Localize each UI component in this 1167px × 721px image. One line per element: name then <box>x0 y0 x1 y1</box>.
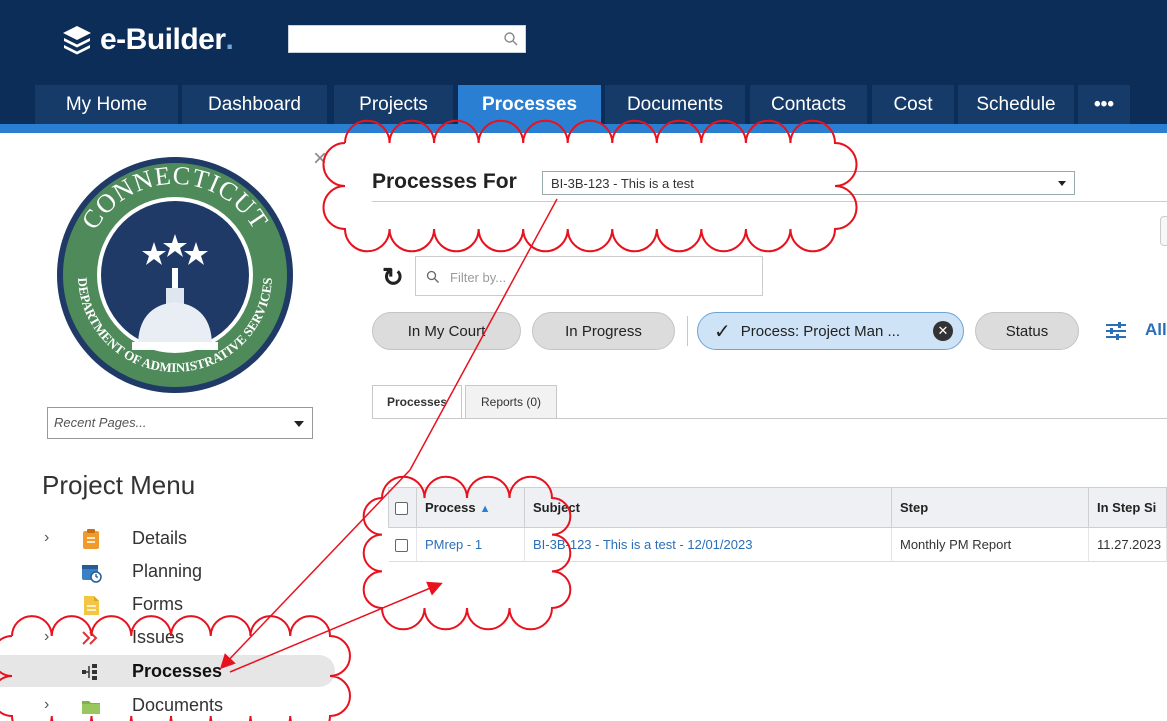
nav-tab-projects[interactable]: Projects <box>334 85 453 124</box>
sidebar-item-forms[interactable]: Forms <box>0 588 335 620</box>
department-seal-logo: CONNECTICUT DEPARTMENT OF ADMINISTRATIVE… <box>57 157 293 393</box>
sidebar-item-label: Documents <box>132 694 224 715</box>
sidebar-item-issues[interactable]: › Issues <box>0 621 335 653</box>
project-select-value: BI-3B-123 - This is a test <box>551 176 694 191</box>
processes-table: Process ▲ Subject Step In Step Si PMrep -… <box>388 487 1167 562</box>
chip-in-my-court[interactable]: In My Court <box>372 312 521 350</box>
chip-process-filter[interactable]: ✓ Process: Project Man ... ✕ <box>697 312 964 350</box>
column-header-in-step-since[interactable]: In Step Si <box>1088 487 1167 528</box>
folder-icon <box>82 701 100 714</box>
global-search-input[interactable] <box>289 26 499 52</box>
nav-more-button[interactable]: ••• <box>1078 85 1130 124</box>
nav-tab-contacts[interactable]: Contacts <box>750 85 867 124</box>
chip-separator <box>687 316 688 346</box>
column-header-step[interactable]: Step <box>891 487 1089 528</box>
tab-divider <box>372 418 1167 419</box>
logo-dot: . <box>225 23 234 56</box>
select-all-header <box>388 487 417 528</box>
main-navigation: My Home Dashboard Projects Processes Doc… <box>0 82 1167 124</box>
column-header-subject[interactable]: Subject <box>524 487 892 528</box>
nav-tab-schedule[interactable]: Schedule <box>958 85 1074 124</box>
top-header: e-Builder . <box>0 0 1167 82</box>
search-icon[interactable] <box>503 31 519 47</box>
sidebar-item-planning[interactable]: Planning <box>0 555 335 587</box>
chevron-right-icon[interactable]: › <box>44 628 49 646</box>
chevron-right-icon[interactable]: › <box>44 696 49 714</box>
recent-pages-select[interactable]: Recent Pages... <box>47 407 313 439</box>
global-search <box>288 25 526 53</box>
sidebar-item-details[interactable]: › Details <box>0 522 335 554</box>
issues-icon <box>82 631 98 645</box>
search-icon <box>426 270 439 283</box>
sort-ascending-icon: ▲ <box>479 503 491 515</box>
nav-tab-documents[interactable]: Documents <box>605 85 745 124</box>
sidebar-item-documents[interactable]: › Documents <box>0 689 335 721</box>
select-all-checkbox[interactable] <box>395 502 408 516</box>
nav-tab-my-home[interactable]: My Home <box>35 85 178 124</box>
remove-filter-icon[interactable]: ✕ <box>933 321 953 341</box>
sidebar-item-label: Processes <box>132 660 223 681</box>
refresh-icon[interactable]: ↻ <box>382 262 404 293</box>
logo-text: e-Builder <box>100 23 226 56</box>
step-cell: Monthly PM Report <box>891 527 1089 562</box>
nav-underline <box>0 124 1167 133</box>
in-step-since-cell: 11.27.2023 <box>1088 527 1167 562</box>
table-header-row: Process ▲ Subject Step In Step Si <box>388 487 1167 528</box>
chevron-down-icon <box>1058 181 1066 186</box>
project-menu-title: Project Menu <box>42 470 196 500</box>
subject-link[interactable]: BI-3B-123 - This is a test - 12/01/2023 <box>524 527 892 562</box>
checkmark-icon: ✓ <box>714 320 731 343</box>
sidebar-item-label: Details <box>132 527 188 548</box>
chip-status[interactable]: Status <box>975 312 1079 350</box>
tab-reports[interactable]: Reports (0) <box>465 385 557 419</box>
options-button[interactable] <box>1160 216 1167 246</box>
nav-tab-processes[interactable]: Processes <box>458 85 601 124</box>
app-root: e-Builder . My Home Dashboard Projects P… <box>0 0 1167 721</box>
process-link[interactable]: PMrep - 1 <box>416 527 525 562</box>
sidebar-item-label: Planning <box>132 560 203 581</box>
filter-sliders-icon[interactable] <box>1104 320 1128 342</box>
chip-process-filter-label: Process: Project Man ... <box>740 322 900 340</box>
all-filters-link[interactable]: All <box>1145 320 1167 340</box>
chevron-right-icon[interactable]: › <box>44 529 49 547</box>
row-checkbox[interactable] <box>394 539 408 553</box>
logo-layers-icon <box>63 26 91 55</box>
chip-in-progress[interactable]: In Progress <box>532 312 675 350</box>
app-logo[interactable]: e-Builder . <box>60 22 234 58</box>
chevron-down-icon <box>294 421 304 427</box>
sidebar-item-label: Issues <box>132 626 185 647</box>
calendar-clock-icon <box>82 565 102 583</box>
process-flow-icon <box>82 664 97 680</box>
filter-box <box>415 256 763 296</box>
close-icon[interactable]: × <box>313 147 327 171</box>
sidebar-item-processes[interactable]: Processes <box>0 655 335 687</box>
recent-pages-value: Recent Pages... <box>54 415 147 430</box>
divider <box>372 201 1167 202</box>
sidebar-item-label: Forms <box>132 593 183 614</box>
document-icon <box>84 596 99 615</box>
processes-for-label: Processes For <box>372 170 517 193</box>
clipboard-icon <box>83 529 99 549</box>
project-select[interactable]: BI-3B-123 - This is a test <box>542 171 1075 195</box>
nav-tab-cost[interactable]: Cost <box>872 85 954 124</box>
nav-tab-dashboard[interactable]: Dashboard <box>182 85 327 124</box>
column-header-process[interactable]: Process ▲ <box>416 487 525 528</box>
table-row: PMrep - 1 BI-3B-123 - This is a test - 1… <box>388 527 1167 562</box>
column-header-label: Process <box>425 500 476 515</box>
filter-input[interactable] <box>450 267 750 287</box>
tab-processes[interactable]: Processes <box>372 385 462 419</box>
row-select-cell <box>388 527 417 562</box>
